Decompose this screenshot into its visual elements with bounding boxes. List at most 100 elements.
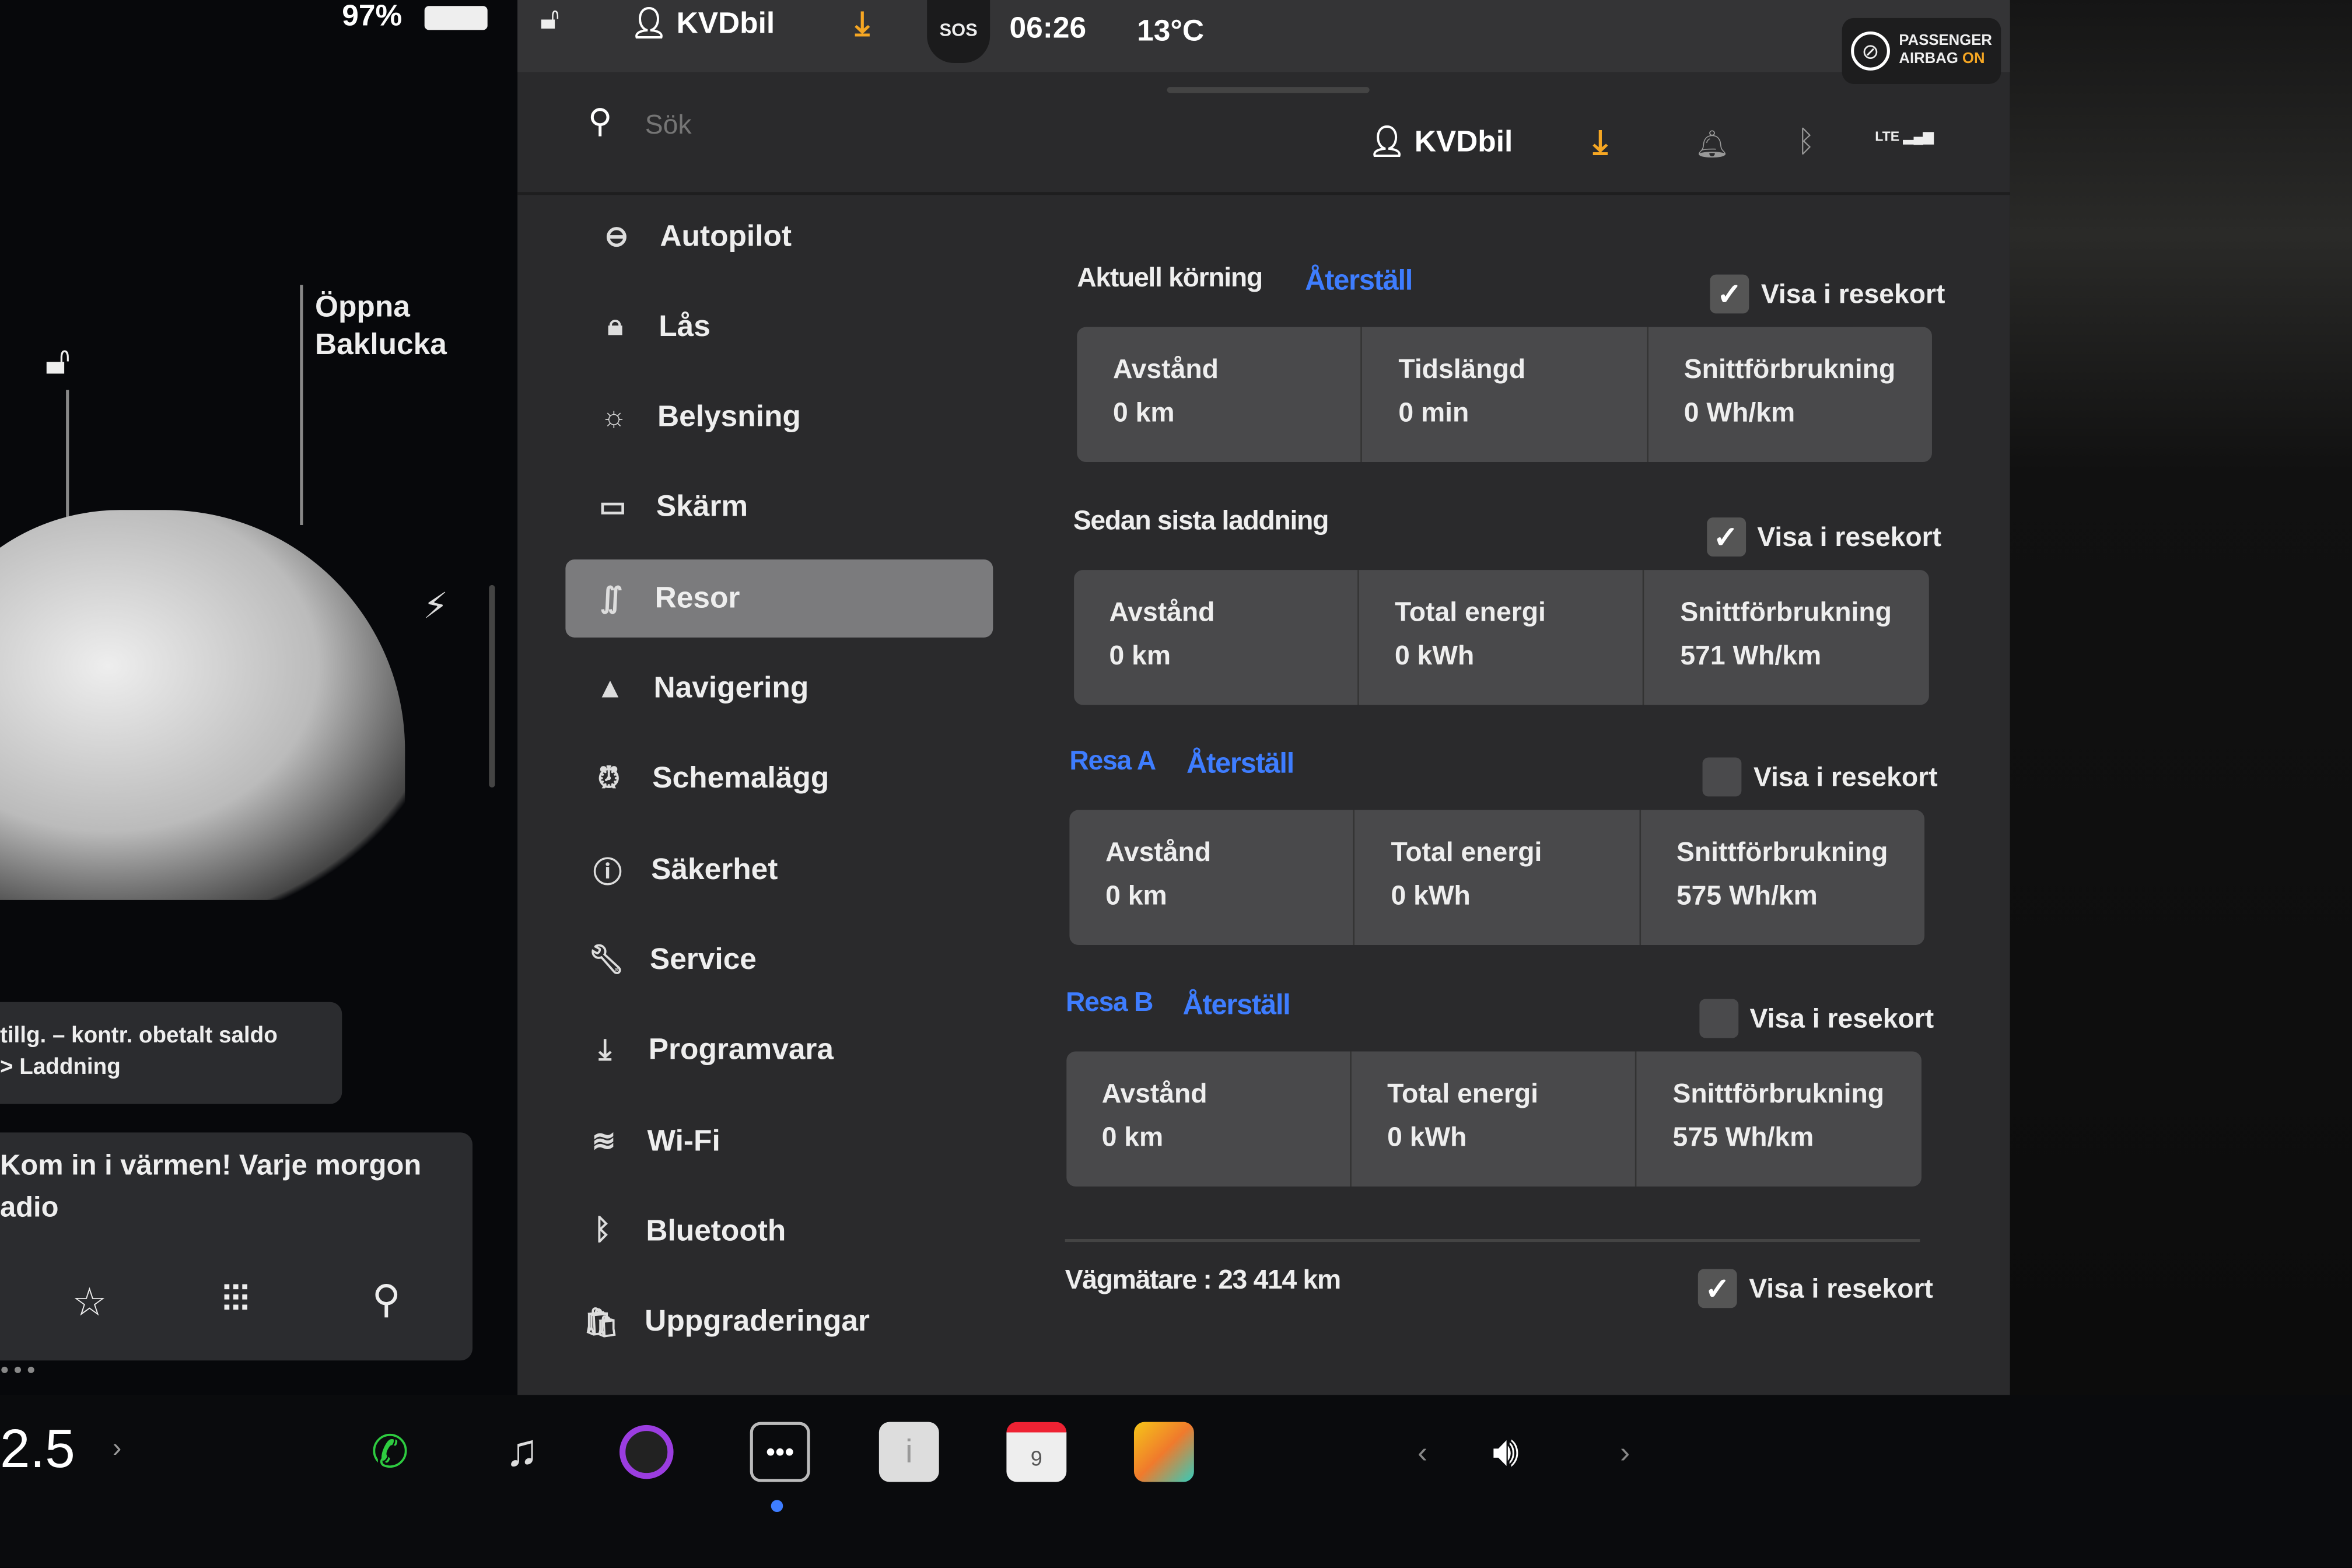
- section-title: Sedan sista laddning: [1073, 505, 1329, 536]
- stat-label: Snittförbrukning: [1672, 1078, 1885, 1109]
- lock-status-icon[interactable]: 🔓︎: [540, 3, 559, 37]
- scrollbar[interactable]: [489, 584, 495, 788]
- clock: 06:26: [1009, 12, 1087, 46]
- wrench-icon: 🔧︎: [588, 945, 625, 977]
- stat-cell: Avstånd 0 km: [1069, 810, 1355, 945]
- reset-button[interactable]: Återställ: [1183, 990, 1291, 1023]
- reset-button[interactable]: Återställ: [1186, 748, 1294, 782]
- manual-icon[interactable]: i: [878, 1422, 939, 1482]
- open-trunk-button[interactable]: Öppna Baklucka: [315, 289, 447, 365]
- menu-item-bluetooth[interactable]: ᛒ Bluetooth: [556, 1193, 984, 1271]
- navigation-icon: ▲: [596, 673, 625, 705]
- checkbox[interactable]: ✓: [1698, 1269, 1737, 1308]
- checkbox[interactable]: ✓: [1710, 274, 1749, 314]
- sun-icon: ☼: [601, 401, 627, 433]
- stat-value: 0 kWh: [1391, 880, 1471, 911]
- show-in-trip-card-checkbox[interactable]: ✓ Visa i resekort: [1706, 517, 1941, 556]
- stat-value: 575 Wh/km: [1676, 880, 1818, 911]
- search-input[interactable]: [645, 102, 1096, 147]
- chevron-right-icon[interactable]: ›: [113, 1433, 121, 1464]
- chevron-right-icon[interactable]: ›: [1620, 1437, 1630, 1471]
- chevron-left-icon[interactable]: ‹: [1418, 1437, 1427, 1471]
- lte-label: LTE: [1875, 129, 1900, 144]
- reset-button[interactable]: Återställ: [1305, 265, 1413, 299]
- charge-port-icon[interactable]: ⚡︎: [423, 585, 448, 629]
- stat-cell: Avstånd 0 km: [1073, 570, 1359, 705]
- person-icon: 👤︎: [629, 7, 677, 41]
- display-icon: ▭: [599, 492, 626, 524]
- stat-value: 575 Wh/km: [1672, 1122, 1814, 1152]
- music-icon[interactable]: ♫: [492, 1422, 552, 1482]
- leader-line: [66, 390, 69, 518]
- bell-icon[interactable]: 🔔︎: [1695, 129, 1730, 160]
- menu-item-programvara[interactable]: ⤓ Programvara: [558, 1012, 986, 1090]
- menu-item-sk-rm[interactable]: ▭ Skärm: [566, 470, 994, 548]
- menu-item-resor[interactable]: ∬ Resor: [565, 559, 993, 638]
- charging-notice[interactable]: tillg. – kontr. obetalt saldo > Laddning: [0, 1002, 342, 1104]
- favorite-star-icon[interactable]: ☆: [72, 1279, 107, 1326]
- menu-item-label: Resor: [654, 581, 740, 615]
- more-apps-icon[interactable]: •••: [750, 1422, 810, 1482]
- temperature: 13°C: [1137, 15, 1205, 48]
- menu-item-service[interactable]: 🔧︎ Service: [560, 922, 988, 1000]
- odometer-show-checkbox[interactable]: ✓ Visa i resekort: [1698, 1269, 1933, 1308]
- checkbox[interactable]: [1699, 999, 1738, 1038]
- menu-item-schemal-gg[interactable]: ⏰︎ Schemalägg: [562, 741, 990, 819]
- toybox-icon[interactable]: [1133, 1422, 1194, 1482]
- notice-link[interactable]: > Laddning: [0, 1052, 342, 1083]
- download-icon[interactable]: ⤓: [1593, 123, 1608, 162]
- drag-handle[interactable]: [1167, 87, 1370, 93]
- checkbox-label: Visa i resekort: [1760, 278, 1945, 309]
- bluetooth-icon[interactable]: ᛒ: [1797, 126, 1815, 160]
- unlock-icon[interactable]: 🔓︎: [45, 338, 70, 386]
- stat-label: Snittförbrukning: [1680, 597, 1892, 627]
- stat-cell: Avstånd 0 km: [1077, 327, 1363, 462]
- lock-icon: 🔒︎: [607, 311, 623, 343]
- stat-label: Total energi: [1394, 597, 1546, 627]
- show-in-trip-card-checkbox[interactable]: ✓ Visa i resekort: [1710, 274, 1945, 314]
- checkbox[interactable]: [1702, 757, 1742, 797]
- menu-item-label: Säkerhet: [651, 853, 778, 886]
- profile-button[interactable]: 👤︎ KVDbil: [1368, 123, 1513, 160]
- menu-item-wi-fi[interactable]: ≋ Wi-Fi: [557, 1102, 985, 1181]
- airbag-icon: ⊘: [1851, 31, 1890, 71]
- calendar-icon[interactable]: 9: [1006, 1422, 1067, 1482]
- volume-icon[interactable]: 🔊︎: [1493, 1428, 1519, 1478]
- car-image: [0, 510, 405, 900]
- camera-icon[interactable]: [619, 1424, 674, 1479]
- menu-item-navigering[interactable]: ▲ Navigering: [564, 650, 991, 729]
- airbag-label: PASSENGER: [1899, 33, 1992, 50]
- trip-stats-card: Avstånd 0 km Total energi 0 kWh Snittförbruk…: [1065, 1051, 1921, 1186]
- download-icon: ⤓: [598, 1034, 611, 1066]
- media-source: adio: [0, 1192, 59, 1224]
- checkbox[interactable]: ✓: [1706, 517, 1745, 556]
- menu-item-label: Wi-Fi: [647, 1124, 720, 1157]
- media-search-icon[interactable]: ⚲: [372, 1276, 401, 1323]
- stat-value: 0 km: [1105, 880, 1167, 911]
- menu-item-autopilot[interactable]: ⊖ Autopilot: [570, 198, 998, 276]
- phone-icon[interactable]: ✆: [360, 1422, 420, 1482]
- section-title: Resa A: [1069, 745, 1156, 776]
- stat-label: Avstånd: [1112, 354, 1219, 384]
- profile-status[interactable]: 👤︎ KVDbil: [630, 5, 775, 42]
- profile-name: KVDbil: [1414, 125, 1513, 159]
- equalizer-icon[interactable]: ⫶⫶⫶: [222, 1279, 249, 1321]
- stat-value: 0 min: [1398, 397, 1469, 428]
- show-in-trip-card-checkbox[interactable]: Visa i resekort: [1699, 999, 1934, 1038]
- airbag-state: ON: [1962, 51, 1985, 68]
- sos-button[interactable]: SOS: [927, 0, 991, 63]
- trip-stats-card: Avstånd 0 km Total energi 0 kWh Snittförbruk…: [1073, 570, 1929, 705]
- download-icon[interactable]: ⤓: [855, 5, 870, 44]
- show-in-trip-card-checkbox[interactable]: Visa i resekort: [1702, 757, 1938, 797]
- menu-item-uppgraderingar[interactable]: 🛍︎ Uppgraderingar: [555, 1283, 982, 1362]
- search-icon[interactable]: ⚲: [588, 102, 612, 141]
- menu-item-belysning[interactable]: ☼ Belysning: [568, 379, 995, 457]
- trunk-label: Öppna: [314, 290, 410, 324]
- trips-icon: ∬: [600, 583, 623, 615]
- stat-cell: Snittförbrukning 0 Wh/km: [1648, 327, 1932, 462]
- stat-cell: Total energi 0 kWh: [1351, 1051, 1637, 1186]
- menu-item-s-kerhet[interactable]: ⓘ Säkerhet: [561, 831, 989, 909]
- menu-item-l-s[interactable]: 🔒︎ Lås: [569, 288, 996, 366]
- schedule-icon: ⏰︎: [597, 763, 620, 795]
- checkbox-label: Visa i resekort: [1749, 1272, 1933, 1303]
